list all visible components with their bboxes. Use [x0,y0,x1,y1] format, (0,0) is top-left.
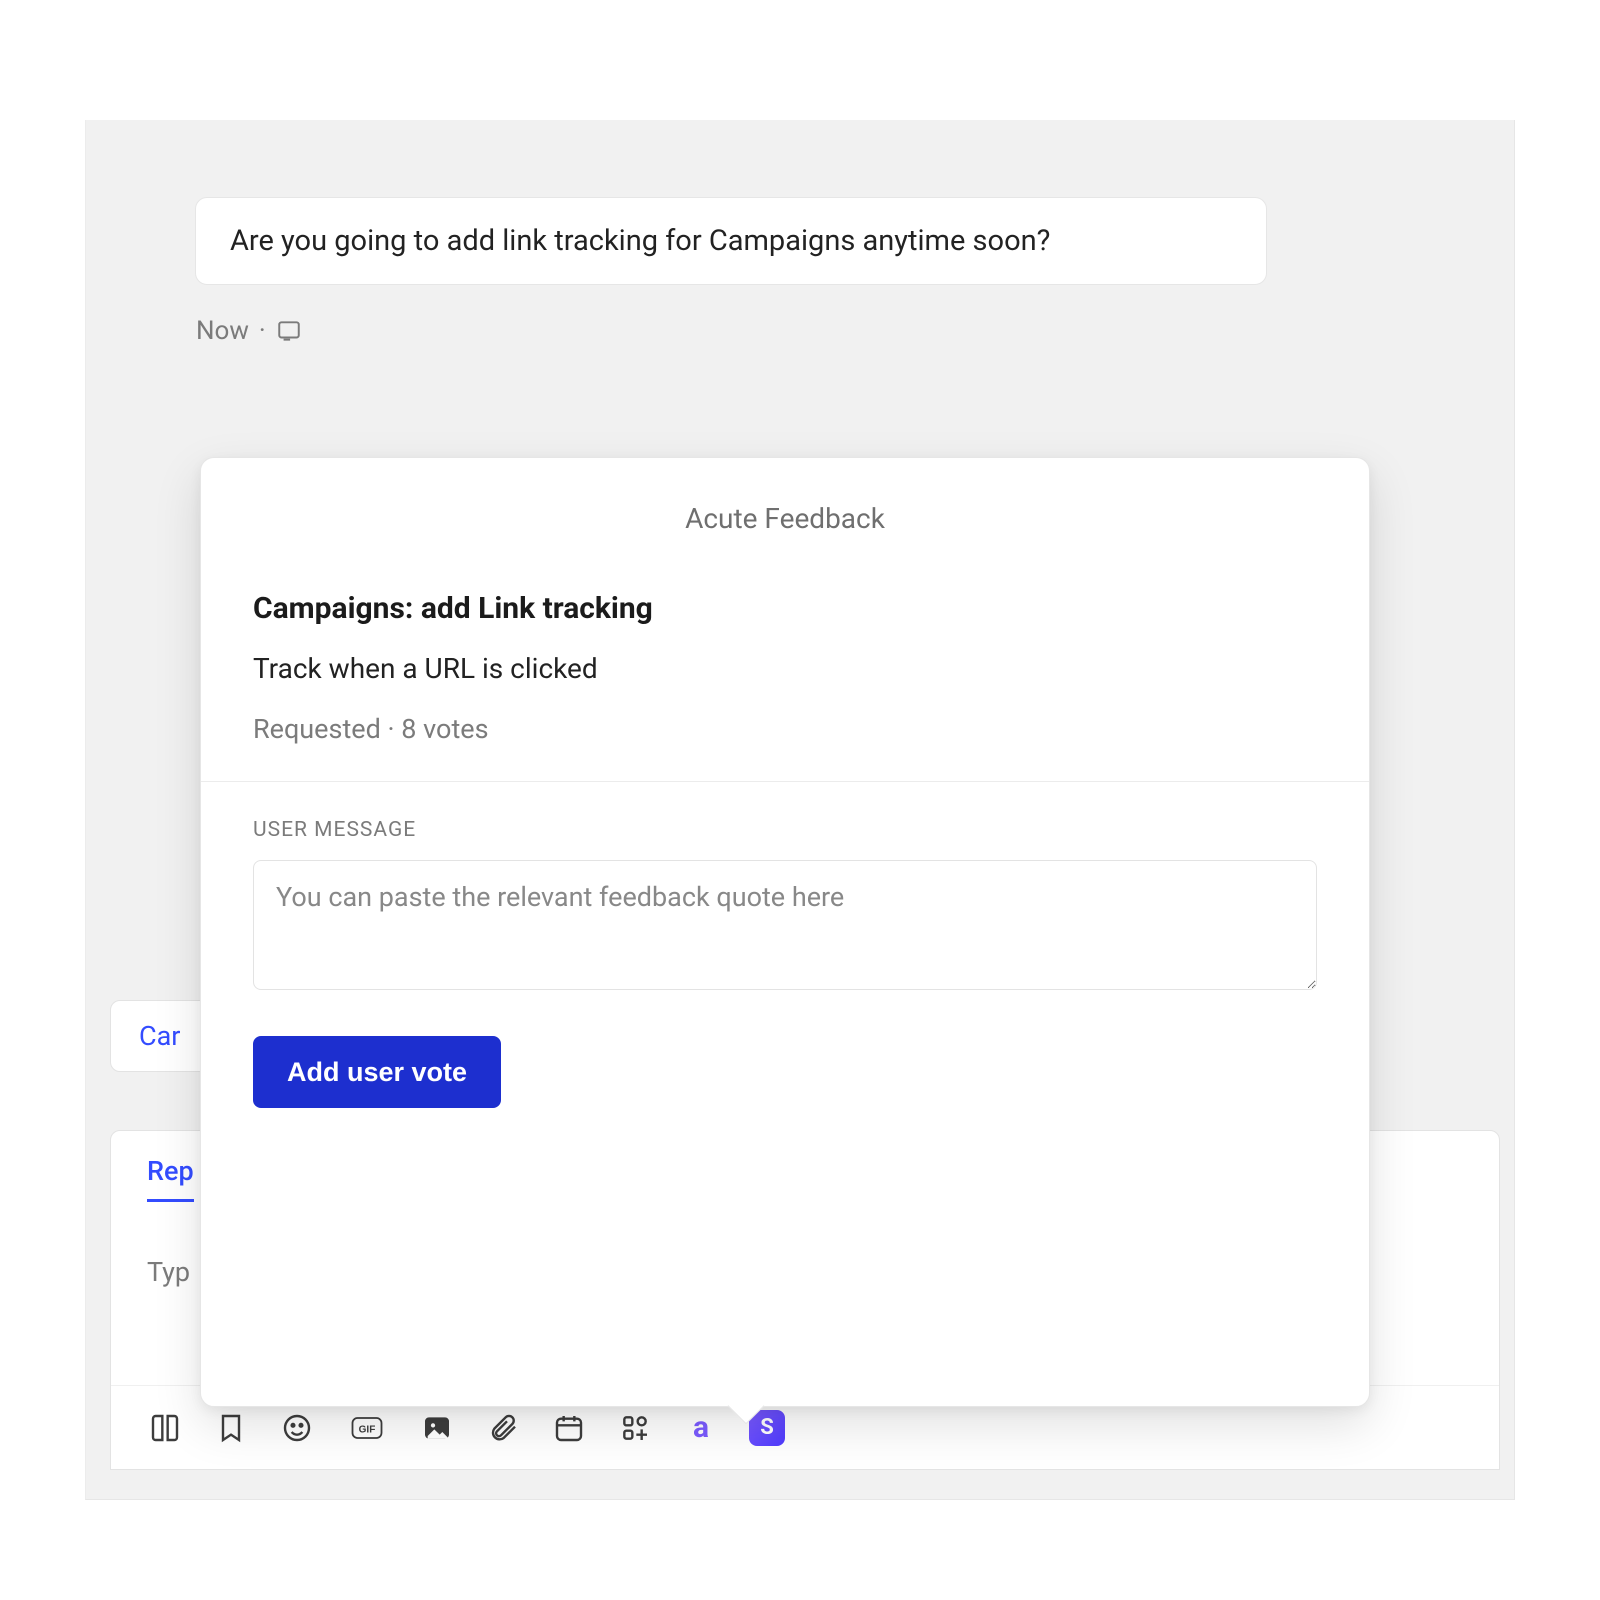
feedback-votes: 8 votes [401,713,488,745]
meta-separator: · [388,713,402,745]
divider [201,781,1369,782]
attachment-icon[interactable] [485,1410,521,1446]
image-icon[interactable] [419,1410,455,1446]
feedback-status: Requested [253,713,381,745]
app-s-label: S [760,1415,774,1440]
apps-icon[interactable] [617,1410,653,1446]
feedback-request-description: Track when a URL is clicked [253,652,1317,685]
message-text: Are you going to add link tracking for C… [230,224,1050,258]
feedback-request-title: Campaigns: add Link tracking [253,591,1317,626]
feedback-request-meta: Requested · 8 votes [253,713,1317,745]
tab-reply[interactable]: Rep [147,1155,194,1202]
gif-icon[interactable]: GIF [345,1410,389,1446]
add-user-vote-button[interactable]: Add user vote [253,1036,501,1108]
book-icon[interactable] [147,1410,183,1446]
calendar-icon[interactable] [551,1410,587,1446]
app-acute-label: a [693,1410,709,1445]
message-timestamp: Now [196,316,249,346]
app-acute-icon[interactable]: a [683,1410,719,1446]
seen-icon [276,318,302,344]
acute-feedback-popover: Acute Feedback Campaigns: add Link track… [200,457,1370,1407]
message-meta: Now · [196,316,302,346]
user-message-input[interactable] [253,860,1317,990]
incoming-message: Are you going to add link tracking for C… [195,197,1267,285]
popover-title: Acute Feedback [201,458,1369,591]
canvas: Are you going to add link tracking for C… [0,0,1600,1600]
macro-chip-label: Car [139,1020,180,1052]
emoji-icon[interactable] [279,1410,315,1446]
svg-text:GIF: GIF [359,1424,376,1435]
user-message-label: USER MESSAGE [253,818,1317,842]
meta-separator: · [259,316,266,346]
bookmark-icon[interactable] [213,1410,249,1446]
